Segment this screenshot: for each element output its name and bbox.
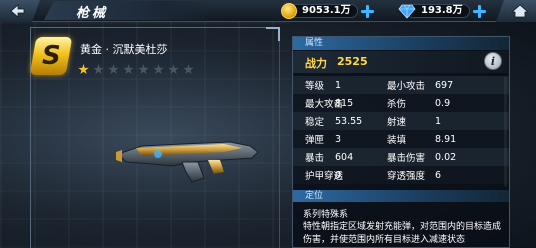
power-value: 2525 [337,55,368,68]
add-gold-button[interactable] [360,4,374,18]
star-empty-icon [108,64,119,75]
stat-value: 815 [335,97,354,109]
star-empty-icon [93,64,104,75]
diamond-resource: 193.8万 [398,2,486,20]
star-empty-icon [168,64,179,75]
home-icon [511,4,529,18]
positioning-title: 定位 [305,191,324,201]
attributes-title: 属性 [305,38,324,48]
weapon-image [116,141,259,183]
gold-coin-icon [281,3,297,19]
page-title: 枪械 [76,6,109,21]
back-button[interactable] [0,0,40,22]
stat-label: 暴击 [305,153,325,164]
positioning-header: 定位 [293,190,509,202]
star-rating [78,64,194,75]
positioning-description: 特性朝指定区域发射充能弹，对范围内的目标造成伤害，并使范围内所有目标进入减速状态 [303,222,502,245]
weapon-name: 黄金 · 沉默美杜莎 [80,43,168,56]
attributes-header: 属性 [293,37,509,50]
home-button[interactable] [496,0,536,22]
star-empty-icon [153,64,164,75]
stat-label: 最小攻击 [387,81,426,92]
power-row: 战力 2525 [293,51,509,73]
stat-value: 6 [435,169,442,181]
info-icon[interactable]: i [484,52,502,70]
stat-value: 3 [335,133,342,145]
back-arrow-icon [10,4,25,18]
star-empty-icon [138,64,149,75]
stat-value: 0 [335,169,342,181]
stat-value: 1 [435,115,442,127]
star-empty-icon [123,64,134,75]
stat-table: 等级 1 最小攻击 697 最大攻击 815 杀伤 0.9 稳定 53.55 射… [293,76,509,184]
power-label: 战力 [305,57,327,70]
positioning-type: 系列特殊系 [303,210,349,220]
diamond-icon [398,4,416,19]
star-filled-icon [78,64,89,75]
attributes-panel: 属性 战力 2525 i 等级 1 最小攻击 697 最大攻击 815 杀伤 0… [292,36,510,248]
stat-label: 装填 [387,135,407,146]
stat-value: 1 [335,79,342,91]
star-empty-icon [183,64,194,75]
gold-resource: 9053.1万 [281,2,374,20]
gold-amount: 9053.1万 [287,4,358,18]
stat-label: 穿透强度 [387,171,426,182]
stat-label: 杀伤 [387,99,407,110]
rank-badge: S [29,37,73,75]
stat-row: 等级 1 最小攻击 697 [293,76,509,94]
stat-row: 护甲穿透 0 穿透强度 6 [293,166,509,184]
stat-row: 弹匣 3 装填 8.91 [293,130,509,148]
title-plate [44,1,214,20]
stat-row: 暴击 604 暴击伤害 0.02 [293,148,509,166]
stat-label: 射速 [387,117,407,128]
stat-row: 稳定 53.55 射速 1 [293,112,509,130]
stat-row: 最大攻击 815 杀伤 0.9 [293,94,509,112]
stat-value: 697 [435,79,454,91]
stat-value: 0.02 [435,151,457,163]
stat-value: 0.9 [435,97,451,109]
stat-label: 弹匣 [305,135,325,146]
stat-label: 最大攻击 [305,99,344,110]
stat-value: 8.91 [435,133,457,145]
stat-label: 等级 [305,81,325,92]
scrollbar[interactable] [504,77,507,187]
stat-label: 稳定 [305,117,325,128]
top-bar: 枪械 9053.1万 193.8万 [0,0,536,22]
stat-value: 53.55 [335,115,363,127]
stat-value: 604 [335,151,354,163]
stat-label: 护甲穿透 [305,171,344,182]
stat-label: 暴击伤害 [387,153,426,164]
add-diamond-button[interactable] [472,4,486,18]
rank-letter: S [41,41,61,71]
